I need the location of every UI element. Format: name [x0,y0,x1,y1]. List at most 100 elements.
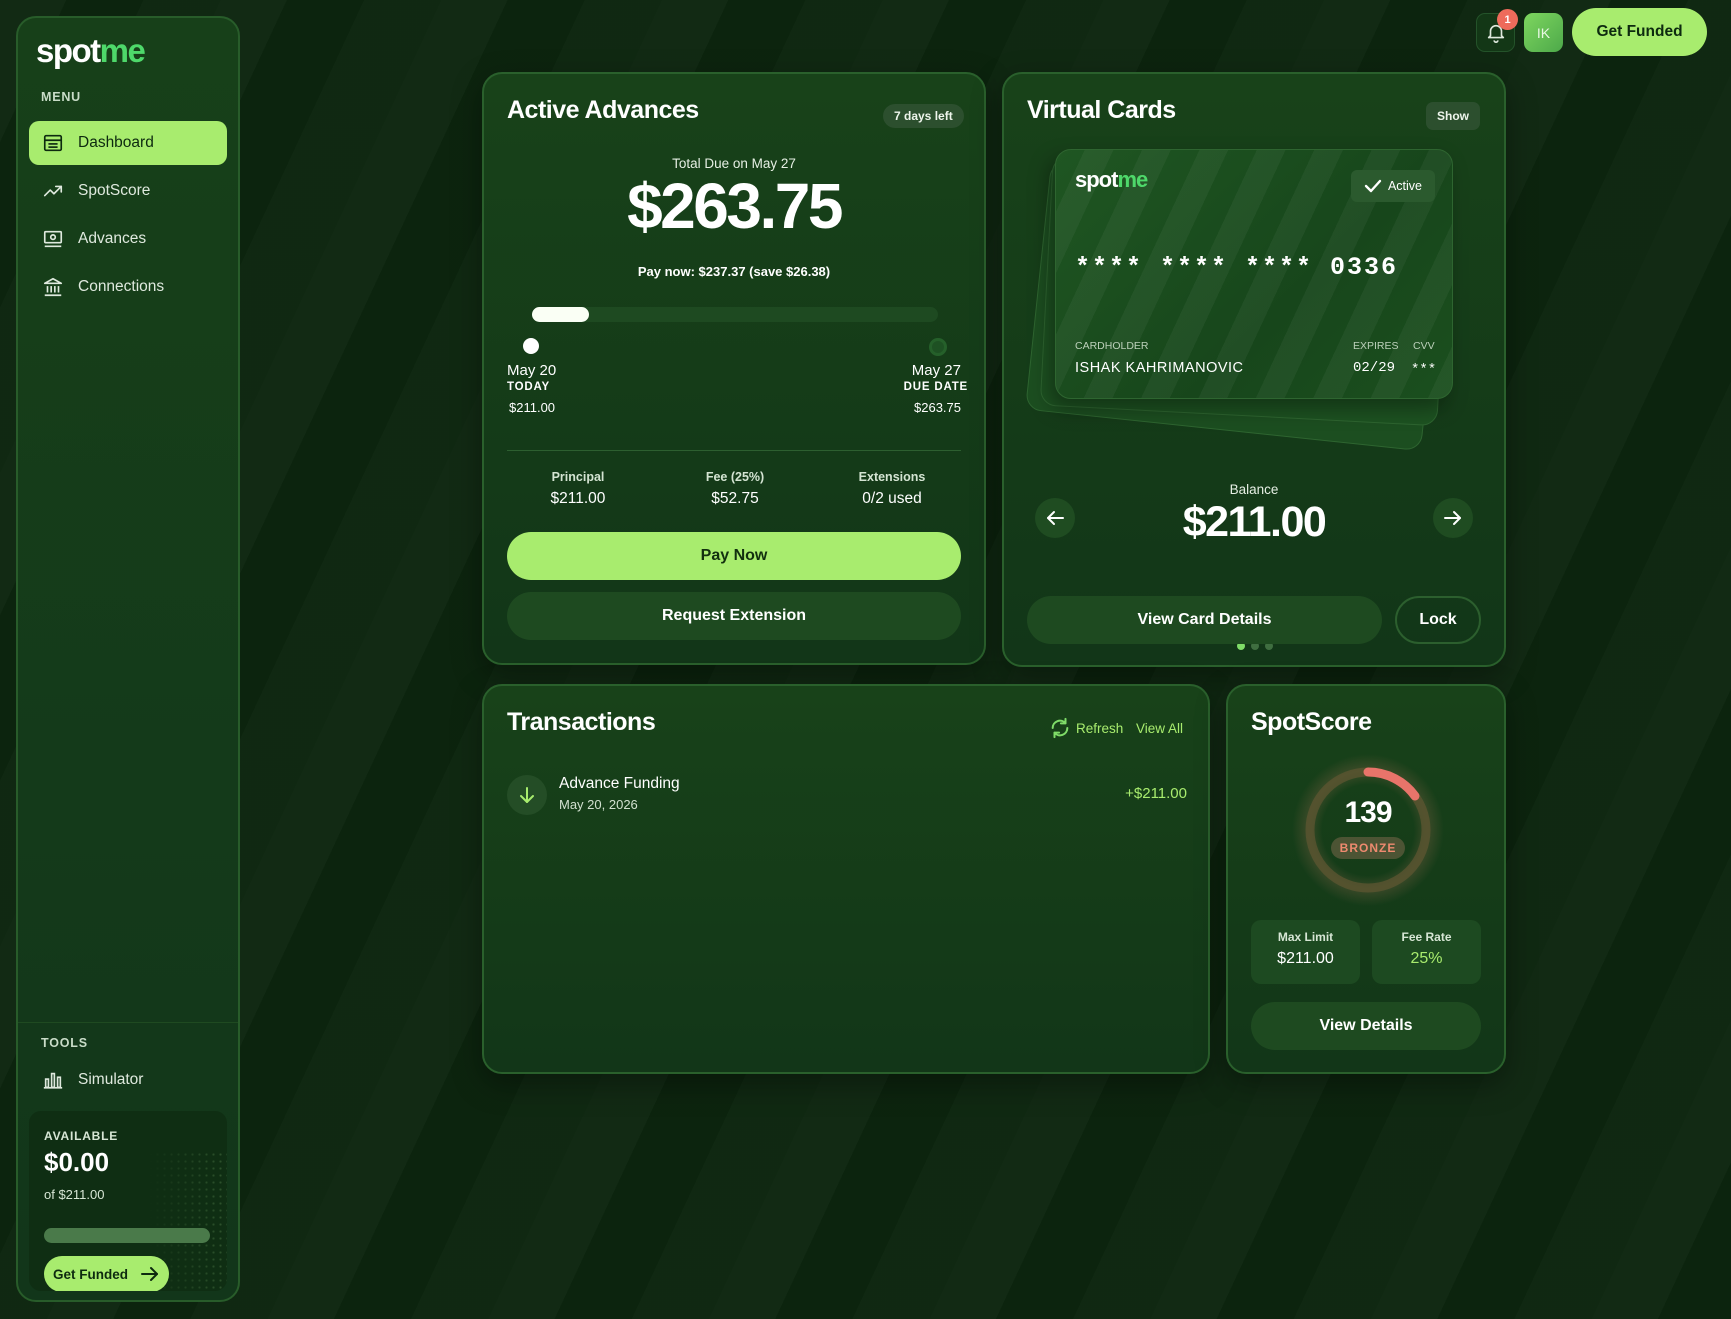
sidebar-item-dashboard[interactable]: Dashboard [29,121,227,165]
avatar[interactable]: IK [1524,13,1563,52]
view-all-link[interactable]: View All [1136,721,1183,736]
logo-spot-text: spot [36,32,101,69]
virtual-cards-card: Virtual Cards Show spotme Active **** **… [1002,72,1506,667]
pay-now-savings-text: Pay now: $237.37 (save $26.38) [637,264,831,279]
sidebar-get-funded-button[interactable]: Get Funded [44,1256,169,1291]
active-advances-card: Active Advances 7 days left Total Due on… [482,72,986,665]
stat-label: Fee Rate [1401,930,1452,944]
sidebar: spotme MENU Dashboard SpotScore Advances… [16,16,240,1302]
fee-rate-stat: Fee Rate 25% [1372,920,1481,984]
available-label: AVAILABLE [44,1129,119,1143]
transactions-title: Transactions [507,708,656,736]
start-amount: $211.00 [509,400,556,415]
refresh-button[interactable]: Refresh [1049,717,1123,739]
score-gauge: 139 BRONZE [1290,752,1446,908]
stat-label: Max Limit [1277,930,1334,944]
available-amount: $0.00 [44,1147,110,1177]
tools-label: TOOLS [41,1036,88,1050]
total-due-label: Total Due on May 27 [672,156,796,171]
stat-value: $52.75 [711,490,759,507]
refresh-icon [1051,717,1069,739]
fee-stat: Fee (25%) $52.75 [655,470,815,508]
cardholder-name: ISHAK KAHRIMANOVIC [1075,360,1244,376]
sidebar-item-label: Connections [78,278,165,295]
stats-divider [507,450,961,451]
cardholder-label: CARDHOLDER [1075,340,1149,352]
trending-up-icon [43,185,63,197]
arrow-down-icon [520,787,534,803]
available-of-total: of $211.00 [44,1187,105,1202]
get-funded-button[interactable]: Get Funded [1572,8,1707,56]
end-date: May 27 [911,362,961,379]
total-due-amount: $263.75 [627,170,843,242]
sidebar-item-advances[interactable]: Advances [29,217,227,261]
view-score-details-button[interactable]: View Details [1251,1002,1481,1050]
timeline-start: May 20 TODAY $211.00 [507,362,556,415]
sidebar-item-label: SpotScore [78,182,151,199]
start-marker [523,338,539,354]
end-marker [929,338,947,356]
bar-chart-icon [43,1072,63,1089]
expires-label: EXPIRES [1353,340,1399,352]
view-card-details-button[interactable]: View Card Details [1027,596,1382,644]
transaction-date: May 20, 2026 [559,797,638,812]
stat-label: Principal [551,470,605,484]
notification-badge: 1 [1497,9,1518,30]
end-label: DUE DATE [903,381,968,393]
stat-label: Fee (25%) [705,470,765,484]
card-status-badge: Active [1351,170,1435,202]
refresh-label: Refresh [1076,720,1124,736]
extensions-stat: Extensions 0/2 used [812,470,972,508]
virtual-cards-title: Virtual Cards [1027,96,1176,124]
sidebar-item-label: Dashboard [78,134,154,151]
end-amount: $263.75 [914,400,961,415]
spotscore-title: SpotScore [1251,708,1372,736]
stat-value: 25% [1410,950,1443,967]
timeline-end: May 27 DUE DATE $263.75 [904,362,968,415]
spotscore-card: SpotScore 139 BRONZE Max Limit $211.00 F… [1226,684,1506,1074]
tools-divider [18,1022,238,1023]
sidebar-item-label: Simulator [78,1071,144,1088]
virtual-card[interactable]: spotme Active **** **** **** 0336 CARDHO… [1055,149,1453,399]
stat-value: $211.00 [1277,950,1334,967]
logo-spot-text: spot [1075,167,1118,192]
transactions-card: Transactions Refresh View All Advance Fu… [482,684,1210,1074]
card-logo: spotme [1075,167,1148,193]
card-number: **** **** **** 0336 [1075,253,1399,282]
pay-now-button[interactable]: Pay Now [507,532,961,580]
start-date: May 20 [507,362,557,379]
sidebar-item-label: Advances [78,230,147,247]
brand-logo[interactable]: spotme [36,32,146,72]
balance-amount: $211.00 [1182,498,1327,546]
sidebar-item-spotscore[interactable]: SpotScore [29,169,227,213]
active-advances-title: Active Advances [507,96,699,124]
bank-icon [43,277,63,297]
cvv-value: *** [1411,362,1437,378]
principal-stat: Principal $211.00 [498,470,658,508]
days-left-badge: 7 days left [883,104,964,128]
advances-icon [43,230,63,248]
arrow-right-icon [141,1267,158,1281]
expires-value: 02/29 [1353,360,1396,376]
score-ring [1292,754,1444,906]
lock-card-button[interactable]: Lock [1395,596,1481,644]
balance-label: Balance [1229,482,1279,497]
sidebar-item-simulator[interactable]: Simulator [29,1058,227,1102]
request-extension-button[interactable]: Request Extension [507,592,961,640]
sidebar-item-connections[interactable]: Connections [29,265,227,309]
show-toggle[interactable]: Show [1426,102,1480,130]
score-value: 139 [1344,796,1392,829]
transaction-title: Advance Funding [559,775,680,792]
cvv-label: CVV [1413,340,1435,352]
tier-badge: BRONZE [1331,837,1405,859]
transaction-icon-circle [507,775,547,815]
card-status-label: Active [1387,179,1423,193]
button-label: Get Funded [53,1266,128,1282]
stat-value: $211.00 [550,490,606,507]
stat-value: 0/2 used [862,490,922,507]
list-item[interactable]: Advance Funding May 20, 2026 +$211.00 [507,775,1187,817]
menu-label: MENU [41,90,82,104]
logo-me-text: me [99,32,146,69]
check-icon [1364,179,1382,193]
advance-progress-track [532,307,938,322]
